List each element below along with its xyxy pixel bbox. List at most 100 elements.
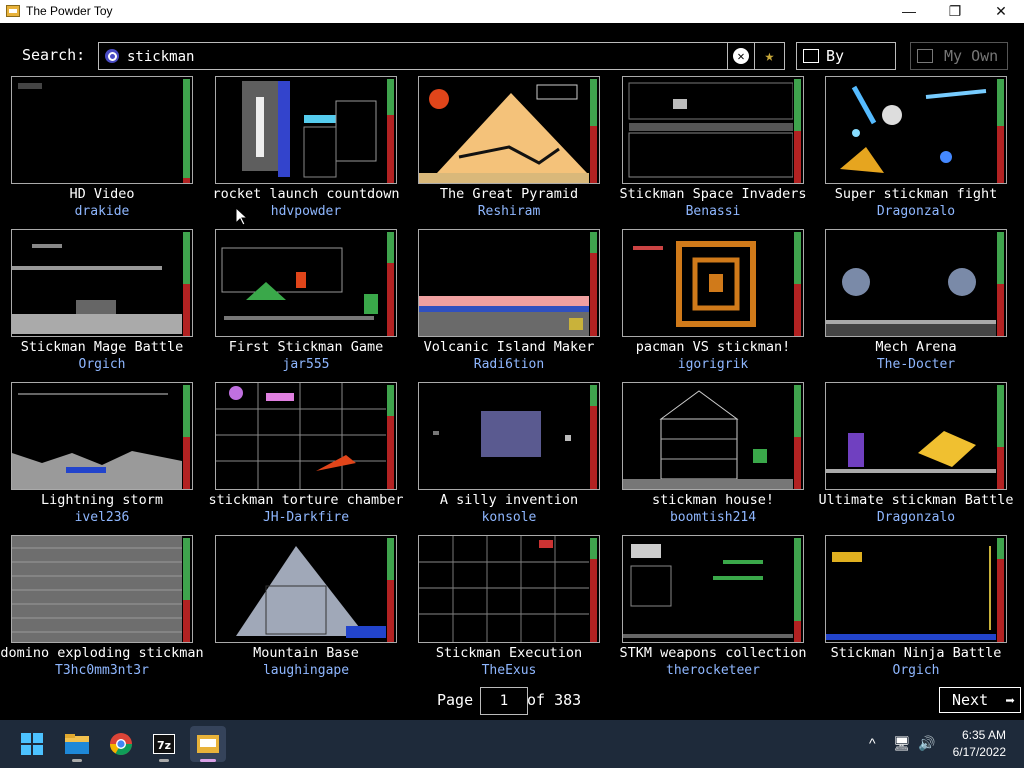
save-author[interactable]: boomtish214: [602, 510, 824, 525]
save-author[interactable]: TheExus: [398, 663, 620, 678]
save-title[interactable]: stickman torture chamber: [195, 492, 417, 508]
save-thumbnail[interactable]: [418, 382, 600, 490]
save-title[interactable]: Stickman Execution: [398, 645, 620, 661]
save-card[interactable]: The Great Pyramid Reshiram: [418, 76, 602, 226]
save-author[interactable]: The-Docter: [805, 357, 1024, 372]
save-author[interactable]: Dragonzalo: [805, 510, 1024, 525]
save-thumbnail[interactable]: [215, 76, 397, 184]
volume-icon[interactable]: 🔊: [918, 735, 935, 752]
save-author[interactable]: Dragonzalo: [805, 204, 1024, 219]
save-title[interactable]: Lightning storm: [0, 492, 213, 508]
save-card[interactable]: stickman house! boomtish214: [622, 382, 806, 532]
close-button[interactable]: ✕: [978, 0, 1024, 23]
save-card[interactable]: Stickman Ninja Battle Orgich: [825, 535, 1009, 685]
save-thumbnail[interactable]: [622, 229, 804, 337]
save-thumbnail[interactable]: [11, 76, 193, 184]
save-author[interactable]: Radi6tion: [398, 357, 620, 372]
save-card[interactable]: A silly invention konsole: [418, 382, 602, 532]
network-icon[interactable]: 🖥: [893, 735, 911, 752]
save-author[interactable]: JH-Darkfire: [195, 510, 417, 525]
sort-by-votes-button[interactable]: By votes: [796, 42, 896, 91]
save-author[interactable]: hdvpowder: [195, 204, 417, 219]
system-clock[interactable]: 6:35 AM 6/17/2022: [953, 727, 1006, 761]
save-author[interactable]: T3hc0mm3nt3r: [0, 663, 213, 678]
save-title[interactable]: Stickman Space Invaders: [602, 186, 824, 202]
save-thumbnail[interactable]: [825, 76, 1007, 184]
my-own-button[interactable]: My Own: [910, 42, 1008, 70]
save-card[interactable]: Mech Arena The-Docter: [825, 229, 1009, 379]
save-author[interactable]: jar555: [195, 357, 417, 372]
save-author[interactable]: ivel236: [0, 510, 213, 525]
save-thumbnail[interactable]: [825, 535, 1007, 643]
save-thumbnail[interactable]: [11, 535, 193, 643]
save-title[interactable]: Ultimate stickman Battle: [805, 492, 1024, 508]
save-title[interactable]: domino exploding stickman: [0, 645, 213, 661]
save-thumbnail[interactable]: [622, 535, 804, 643]
taskbar-file-explorer[interactable]: [59, 726, 95, 762]
save-card[interactable]: First Stickman Game jar555: [215, 229, 399, 379]
save-card[interactable]: Ultimate stickman Battle Dragonzalo: [818, 382, 1014, 532]
save-author[interactable]: igorigrik: [602, 357, 824, 372]
save-thumbnail[interactable]: [215, 535, 397, 643]
save-title[interactable]: The Great Pyramid: [398, 186, 620, 202]
save-thumbnail[interactable]: [418, 535, 600, 643]
search-box[interactable]: ✕ ★: [98, 42, 785, 70]
save-author[interactable]: Benassi: [602, 204, 824, 219]
save-card[interactable]: Mountain Base laughingape: [215, 535, 399, 685]
favorites-star-icon[interactable]: ★: [754, 43, 784, 69]
save-card[interactable]: domino exploding stickman T3hc0mm3nt3r: [0, 535, 204, 685]
save-author[interactable]: laughingape: [195, 663, 417, 678]
save-title[interactable]: HD Video: [0, 186, 213, 202]
save-author[interactable]: Reshiram: [398, 204, 620, 219]
window-title-bar[interactable]: The Powder Toy — ❐ ✕: [0, 0, 1024, 23]
save-author[interactable]: Orgich: [0, 357, 213, 372]
save-author[interactable]: therocketeer: [602, 663, 824, 678]
save-thumbnail[interactable]: [11, 382, 193, 490]
save-thumbnail[interactable]: [622, 76, 804, 184]
maximize-button[interactable]: ❐: [932, 0, 978, 23]
save-card[interactable]: Stickman Mage Battle Orgich: [11, 229, 195, 379]
save-thumbnail[interactable]: [215, 382, 397, 490]
save-title[interactable]: First Stickman Game: [195, 339, 417, 355]
save-card[interactable]: Stickman Execution TheExus: [418, 535, 602, 685]
save-thumbnail[interactable]: [11, 229, 193, 337]
minimize-button[interactable]: —: [886, 0, 932, 23]
save-title[interactable]: rocket launch countdown: [195, 186, 417, 202]
save-thumbnail[interactable]: [215, 229, 397, 337]
clear-search-button[interactable]: ✕: [727, 43, 754, 69]
page-number-input[interactable]: [480, 687, 528, 715]
taskbar-powder-toy[interactable]: [190, 726, 226, 762]
save-title[interactable]: Mech Arena: [805, 339, 1024, 355]
save-title[interactable]: Mountain Base: [195, 645, 417, 661]
save-thumbnail[interactable]: [622, 382, 804, 490]
save-title[interactable]: pacman VS stickman!: [602, 339, 824, 355]
save-thumbnail[interactable]: [825, 382, 1007, 490]
save-title[interactable]: Stickman Mage Battle: [0, 339, 213, 355]
show-hidden-icons-chevron-icon[interactable]: ^: [869, 735, 876, 751]
save-title[interactable]: STKM weapons collection: [602, 645, 824, 661]
save-card[interactable]: stickman torture chamber JH-Darkfire: [208, 382, 404, 532]
next-page-button[interactable]: Next ➡: [939, 687, 1021, 713]
save-thumbnail[interactable]: [418, 76, 600, 184]
save-author[interactable]: drakide: [0, 204, 213, 219]
taskbar-chrome[interactable]: [103, 726, 139, 762]
save-card[interactable]: pacman VS stickman! igorigrik: [622, 229, 806, 379]
search-input[interactable]: [125, 45, 729, 69]
start-button[interactable]: [14, 726, 50, 762]
save-card[interactable]: Stickman Space Invaders Benassi: [620, 76, 806, 226]
save-card[interactable]: Lightning storm ivel236: [11, 382, 195, 532]
save-author[interactable]: Orgich: [805, 663, 1024, 678]
save-thumbnail[interactable]: [418, 229, 600, 337]
save-card[interactable]: Volcanic Island Maker Radi6tion: [418, 229, 602, 379]
save-title[interactable]: A silly invention: [398, 492, 620, 508]
save-author[interactable]: konsole: [398, 510, 620, 525]
save-card[interactable]: HD Video drakide: [11, 76, 195, 226]
save-title[interactable]: stickman house!: [602, 492, 824, 508]
save-card[interactable]: STKM weapons collection therocketeer: [620, 535, 806, 685]
save-card[interactable]: rocket launch countdown hdvpowder: [213, 76, 399, 226]
save-title[interactable]: Volcanic Island Maker: [398, 339, 620, 355]
save-title[interactable]: Super stickman fight: [805, 186, 1024, 202]
save-thumbnail[interactable]: [825, 229, 1007, 337]
save-title[interactable]: Stickman Ninja Battle: [805, 645, 1024, 661]
taskbar-7zip[interactable]: 7z: [146, 726, 182, 762]
